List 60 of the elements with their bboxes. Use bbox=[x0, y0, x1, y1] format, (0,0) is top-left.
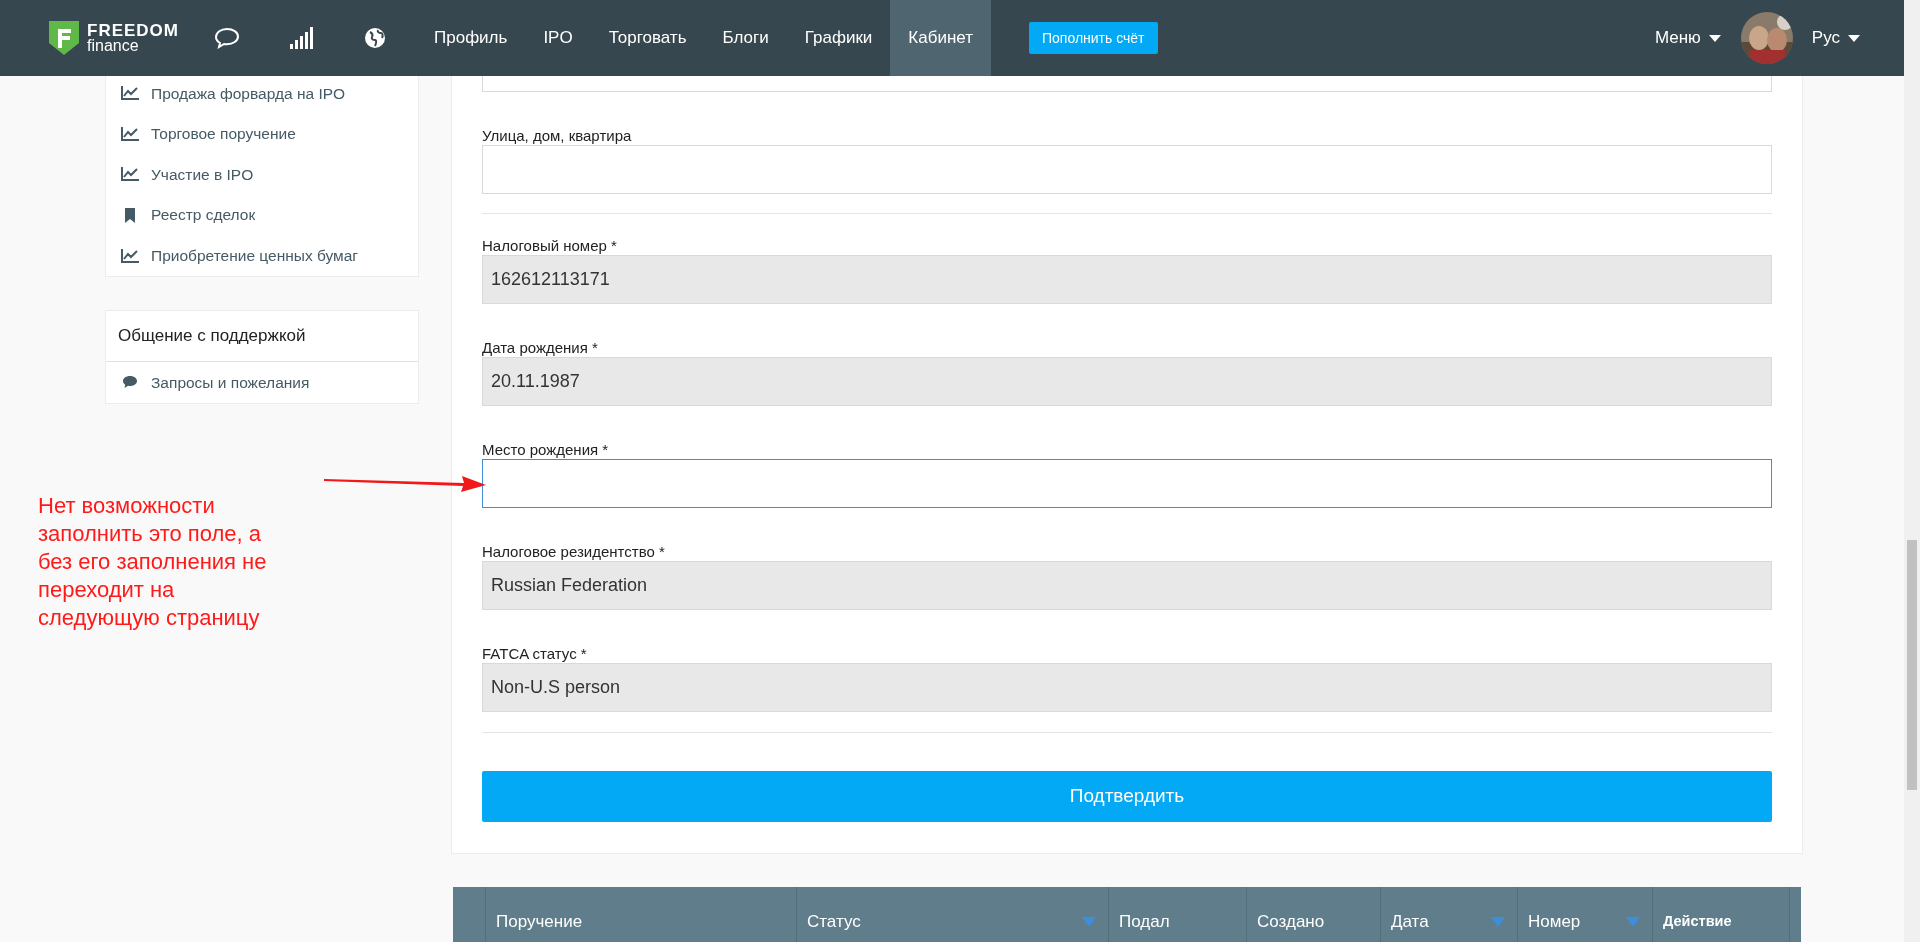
logo-title: FREEDOM bbox=[87, 23, 179, 38]
signal-icon bbox=[290, 27, 314, 49]
nav-link[interactable]: Кабинет bbox=[890, 0, 991, 76]
support-title: Общение с поддержкой bbox=[106, 310, 418, 362]
chart-icon bbox=[121, 86, 139, 101]
sort-icon bbox=[1082, 917, 1096, 927]
field-label: Налоговое резидентство * bbox=[482, 542, 666, 561]
sidebar-link[interactable]: Приобретение ценных бумаг bbox=[151, 244, 359, 268]
scrollbar[interactable] bbox=[1904, 0, 1920, 942]
language-button[interactable]: Рус bbox=[1811, 25, 1860, 51]
chat-button[interactable] bbox=[214, 27, 240, 49]
header-cell[interactable]: Номер bbox=[1518, 887, 1653, 942]
column-header[interactable]: Номер bbox=[1528, 909, 1581, 935]
nav-link[interactable]: Профиль bbox=[416, 0, 526, 76]
chat-icon bbox=[121, 375, 139, 390]
globe-button[interactable] bbox=[364, 27, 386, 49]
header-cell[interactable]: Создано bbox=[1247, 887, 1381, 942]
chart-icon bbox=[121, 167, 139, 182]
column-header[interactable]: Статус bbox=[807, 909, 861, 935]
globe-icon bbox=[364, 27, 386, 49]
chat-icon bbox=[214, 27, 240, 49]
nav-link[interactable]: Торговать bbox=[590, 0, 705, 76]
sidebar-link[interactable]: Торговое поручение bbox=[151, 122, 296, 146]
column-header[interactable]: Дата bbox=[1391, 909, 1429, 935]
nav-link[interactable]: Графики bbox=[786, 0, 891, 76]
scrollbar-thumb[interactable] bbox=[1907, 540, 1917, 790]
nav-link[interactable]: Блоги bbox=[704, 0, 787, 76]
chart-icon bbox=[121, 248, 139, 263]
column-header[interactable]: Поручение bbox=[496, 909, 583, 935]
sidebar-link[interactable]: Участие в IPO bbox=[151, 162, 254, 187]
menu-label: Меню bbox=[1654, 27, 1701, 50]
header-cell[interactable]: Поручение bbox=[486, 887, 797, 942]
header-cell[interactable]: Действие bbox=[1653, 887, 1790, 942]
header-cell[interactable]: Подал bbox=[1109, 887, 1247, 942]
caret-icon bbox=[1708, 34, 1721, 42]
header-cell[interactable]: Статус bbox=[797, 887, 1109, 942]
column-header[interactable]: Подал bbox=[1119, 909, 1170, 935]
column-header[interactable]: Создано bbox=[1257, 909, 1325, 935]
column-header[interactable]: Действие bbox=[1663, 911, 1732, 933]
sort-icon bbox=[1626, 917, 1640, 927]
nav-link[interactable]: IPO bbox=[525, 0, 591, 76]
field-label: Улица, дом, квартира bbox=[482, 126, 633, 145]
caret-icon bbox=[1848, 34, 1860, 42]
input-field[interactable] bbox=[482, 459, 1772, 508]
field-label: FATCA статус * bbox=[482, 644, 588, 663]
header-cell[interactable]: Дата bbox=[1381, 887, 1518, 942]
field-label: Налоговый номер * bbox=[482, 236, 618, 255]
signal-button[interactable] bbox=[290, 27, 314, 49]
annotation-text: Нет возможности заполнить это поле, а без его заполнения не переходит на следующую страницу bbox=[38, 492, 268, 632]
chart-icon bbox=[121, 126, 139, 141]
menu-button[interactable]: Меню bbox=[1654, 25, 1721, 51]
field-label: Дата рождения * bbox=[482, 338, 599, 357]
language-label: Рус bbox=[1811, 27, 1840, 50]
logo-icon bbox=[49, 21, 79, 55]
logo-subtitle: finance bbox=[87, 38, 140, 53]
field-label: Место рождения * bbox=[482, 440, 610, 459]
sidebar-link[interactable]: Реестр сделок bbox=[151, 203, 256, 227]
sidebar-link[interactable]: Продажа форварда на IPO bbox=[151, 81, 346, 105]
sort-icon bbox=[1491, 917, 1505, 927]
sidebar-link[interactable]: Запросы и пожелания bbox=[151, 370, 310, 395]
